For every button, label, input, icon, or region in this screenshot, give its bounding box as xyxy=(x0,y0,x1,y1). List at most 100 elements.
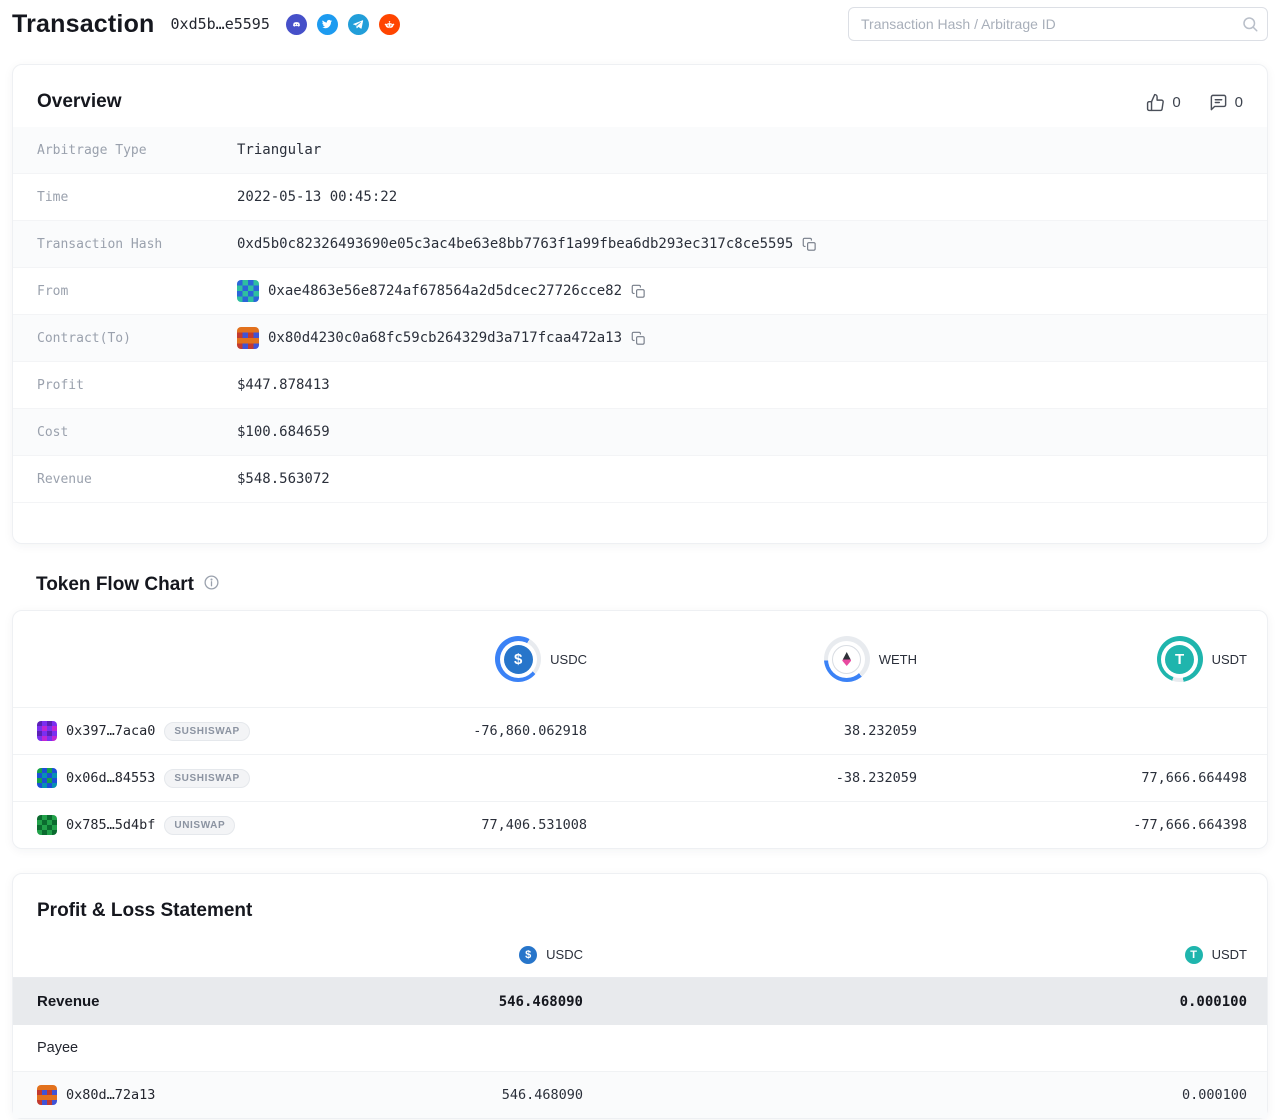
pool-address[interactable]: 0x397…7aca0 xyxy=(66,723,155,739)
like-count: 0 xyxy=(1172,93,1181,111)
row-contract-to: Contract(To) 0x80d4230c0a68fc59cb264329d… xyxy=(13,315,1267,362)
row-label: Profit xyxy=(37,377,84,393)
info-icon[interactable] xyxy=(203,574,220,596)
page-title: Transaction xyxy=(12,9,155,38)
token-flow-header: $ USDC WETH T USDT xyxy=(13,611,1267,707)
row-label: Transaction Hash xyxy=(37,236,163,252)
from-address[interactable]: 0xae4863e56e8724af678564a2d5dcec27726cce… xyxy=(268,283,622,299)
payee-address[interactable]: 0x80d…72a13 xyxy=(66,1087,155,1103)
token-flow-row: 0x785…5d4bf UNISWAP 77,406.531008 -77,66… xyxy=(13,801,1267,848)
row-label: From xyxy=(37,283,69,299)
contract-avatar xyxy=(237,327,259,349)
profit-value: $447.878413 xyxy=(237,377,330,393)
revenue-value: $548.563072 xyxy=(237,471,330,487)
transaction-hash-value: 0xd5b0c82326493690e05c3ac4be63e8bb7763f1… xyxy=(237,236,794,252)
payee-avatar xyxy=(37,1085,57,1105)
token-label-usdc: USDC xyxy=(550,651,587,667)
row-from: From 0xae4863e56e8724af678564a2d5dcec277… xyxy=(13,268,1267,315)
row-label: Revenue xyxy=(37,471,92,487)
token-flow-title: Token Flow Chart xyxy=(36,574,194,595)
row-label: Cost xyxy=(37,424,69,440)
thumbs-up-icon xyxy=(1147,93,1165,111)
copy-icon[interactable] xyxy=(631,284,646,299)
flow-usdc-value: -76,860.062918 xyxy=(473,723,587,739)
copy-icon[interactable] xyxy=(802,237,817,252)
copy-icon[interactable] xyxy=(631,331,646,346)
token-flow-row: 0x06d…84553 SUSHISWAP -38.232059 77,666.… xyxy=(13,754,1267,801)
search-box xyxy=(848,7,1268,41)
row-label: Contract(To) xyxy=(37,330,131,346)
row-arbitrage-type: Arbitrage Type Triangular xyxy=(13,127,1267,174)
usdt-icon: T xyxy=(1184,945,1203,964)
pnl-revenue-label: Revenue xyxy=(37,993,100,1010)
pnl-revenue-row: Revenue 546.468090 0.000100 xyxy=(13,978,1267,1025)
flow-usdt-value: 77,666.664498 xyxy=(1141,770,1247,786)
top-bar: Transaction 0xd5b…e5595 xyxy=(0,0,1280,48)
row-label: Arbitrage Type xyxy=(37,142,147,158)
token-header-usdt: T USDT xyxy=(937,636,1267,682)
discord-icon[interactable] xyxy=(285,13,307,35)
pnl-revenue-usdt: 0.000100 xyxy=(1179,993,1247,1010)
comment-icon xyxy=(1210,94,1226,110)
from-avatar xyxy=(237,280,259,302)
pool-avatar xyxy=(37,721,57,741)
pool-avatar xyxy=(37,815,57,835)
row-revenue: Revenue $548.563072 xyxy=(13,456,1267,503)
reddit-icon[interactable] xyxy=(378,13,400,35)
pnl-token-label-usdc: USDC xyxy=(546,947,583,962)
token-flow-row: 0x397…7aca0 SUSHISWAP -76,860.062918 38.… xyxy=(13,707,1267,754)
token-header-usdc: $ USDC xyxy=(313,636,607,682)
pnl-revenue-usdc: 546.468090 xyxy=(498,993,583,1010)
token-flow-title-row: Token Flow Chart xyxy=(12,574,1268,596)
pnl-header: $ USDC T USDT xyxy=(13,932,1267,978)
twitter-icon[interactable] xyxy=(316,13,338,35)
arbitrage-type-value: Triangular xyxy=(237,142,322,158)
row-cost: Cost $100.684659 xyxy=(13,409,1267,456)
search-input[interactable] xyxy=(848,7,1268,41)
social-links xyxy=(285,13,400,35)
payee-usdt-value: 0.000100 xyxy=(1181,1087,1247,1103)
overview-rows: Arbitrage Type Triangular Time 2022-05-1… xyxy=(13,127,1267,503)
flow-usdt-value: -77,666.664398 xyxy=(1133,817,1247,833)
pool-address[interactable]: 0x785…5d4bf xyxy=(66,817,155,833)
tx-hash-short: 0xd5b…e5595 xyxy=(170,15,270,33)
row-transaction-hash: Transaction Hash 0xd5b0c82326493690e05c3… xyxy=(13,221,1267,268)
pnl-payee-label: Payee xyxy=(13,1025,1267,1072)
telegram-icon[interactable] xyxy=(347,13,369,35)
usdc-icon: $ xyxy=(519,945,538,964)
like-button[interactable]: 0 xyxy=(1146,93,1181,112)
row-profit: Profit $447.878413 xyxy=(13,362,1267,409)
pnl-token-usdc: $ USDC xyxy=(273,945,603,964)
comment-button[interactable]: 0 xyxy=(1209,93,1243,112)
pool-address[interactable]: 0x06d…84553 xyxy=(66,770,155,786)
venue-badge: SUSHISWAP xyxy=(164,768,250,788)
venue-badge: SUSHISWAP xyxy=(164,721,250,741)
row-time: Time 2022-05-13 00:45:22 xyxy=(13,174,1267,221)
pnl-token-label-usdt: USDT xyxy=(1211,947,1247,962)
token-header-weth: WETH xyxy=(607,636,937,682)
pool-avatar xyxy=(37,768,57,788)
payee-usdc-value: 546.468090 xyxy=(501,1087,583,1103)
time-value: 2022-05-13 00:45:22 xyxy=(237,189,398,205)
contract-address[interactable]: 0x80d4230c0a68fc59cb264329d3a717fcaa472a… xyxy=(268,330,622,346)
reactions: 0 0 xyxy=(1146,93,1243,112)
cost-value: $100.684659 xyxy=(237,424,330,440)
usdt-flow-ring: T xyxy=(1156,636,1203,682)
token-label-usdt: USDT xyxy=(1211,651,1247,667)
pnl-token-usdt: T USDT xyxy=(603,945,1267,964)
pnl-card: Profit & Loss Statement $ USDC T USDT Re… xyxy=(12,873,1268,1119)
pnl-title: Profit & Loss Statement xyxy=(37,900,253,921)
comment-count: 0 xyxy=(1234,93,1243,111)
main-content: Overview 0 0 Arbitrage Type Triangular T… xyxy=(0,64,1280,1119)
venue-badge: UNISWAP xyxy=(164,815,236,835)
weth-icon xyxy=(832,644,862,674)
flow-weth-value: -38.232059 xyxy=(835,770,917,786)
usdc-icon: $ xyxy=(503,644,533,674)
row-label: Time xyxy=(37,189,69,205)
token-label-weth: WETH xyxy=(878,651,917,667)
usdt-icon: T xyxy=(1165,644,1195,674)
flow-usdc-value: 77,406.531008 xyxy=(481,817,587,833)
search-icon[interactable] xyxy=(1241,15,1259,38)
overview-title: Overview xyxy=(37,91,122,112)
overview-card: Overview 0 0 Arbitrage Type Triangular T… xyxy=(12,64,1268,544)
